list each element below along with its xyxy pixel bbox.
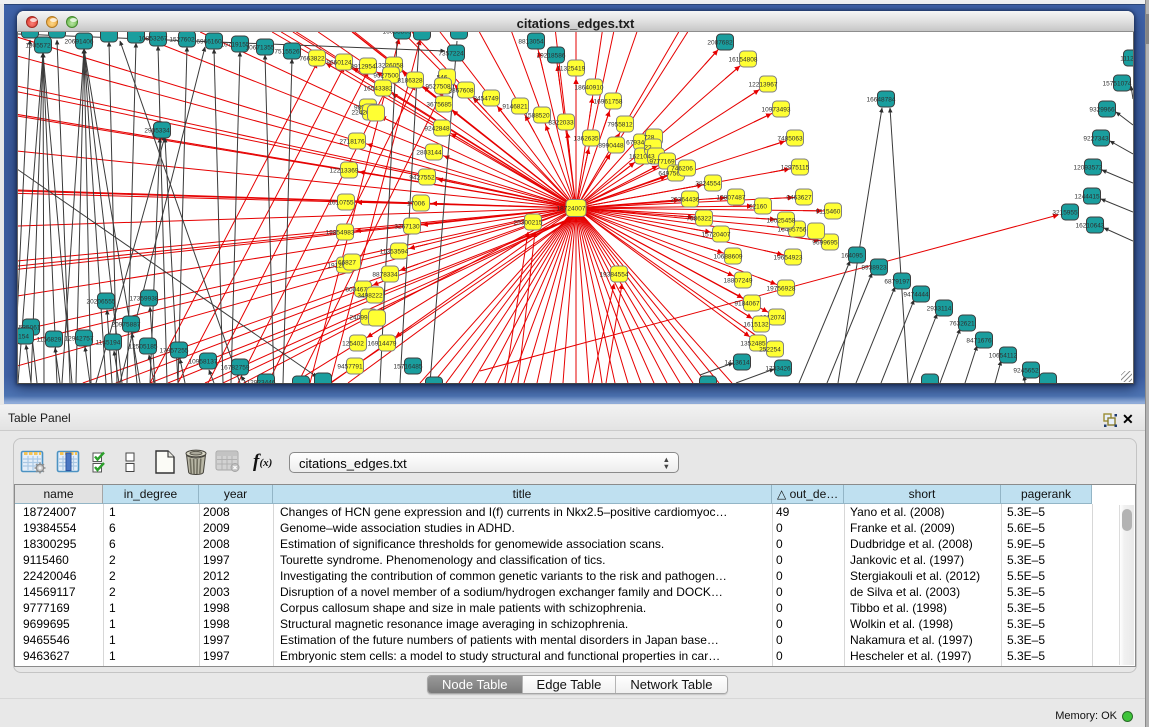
svg-text:1112: 1112 bbox=[1120, 56, 1133, 63]
